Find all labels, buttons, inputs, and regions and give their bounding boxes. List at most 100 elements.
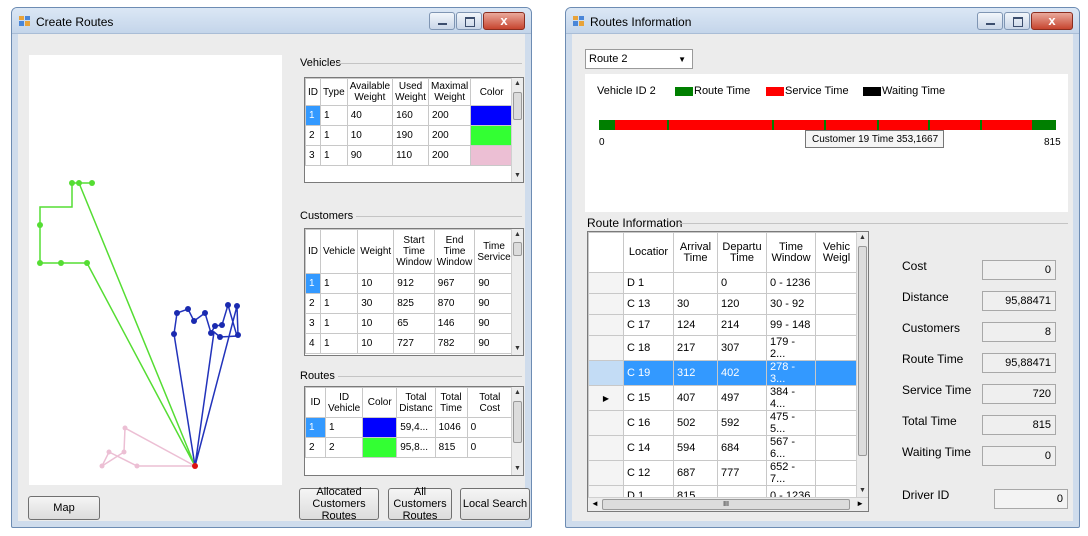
route-information-vscroll[interactable]: ▲ ▼ <box>856 232 868 497</box>
table-row[interactable]: 1 1 59,4... 1046 0 <box>305 417 514 438</box>
all-customers-routes-button[interactable]: All Customers Routes <box>388 486 452 522</box>
current-row-arrow-icon[interactable]: ▶ <box>588 385 624 411</box>
minimize-button[interactable] <box>977 12 1003 30</box>
customer-cell[interactable]: 90 <box>474 293 514 314</box>
route-time-cell[interactable]: 1046 <box>434 417 468 438</box>
route-info-cell[interactable] <box>815 272 858 294</box>
close-button[interactable]: x <box>1031 12 1073 30</box>
route-info-cell[interactable]: C 13 <box>623 293 674 315</box>
route-info-cell[interactable]: C 14 <box>623 435 674 461</box>
vehicle-used-cell[interactable]: 190 <box>392 125 430 146</box>
scroll-up-arrow-icon[interactable]: ▲ <box>857 232 868 244</box>
route-info-cell[interactable]: 0 <box>717 272 767 294</box>
route-info-cell[interactable]: 30 - 92 <box>766 293 816 315</box>
route-info-cell[interactable]: 307 <box>717 335 767 361</box>
table-row[interactable]: ▶ C 15 407 497 384 - 4... <box>588 385 858 411</box>
route-info-cell[interactable] <box>815 460 858 486</box>
routes-header[interactable]: Total Cost <box>466 387 514 418</box>
route-vehicle-cell[interactable]: 1 <box>324 417 364 438</box>
row-header[interactable] <box>588 360 624 386</box>
routes-header[interactable]: Total Distanc <box>396 387 436 418</box>
customer-cell[interactable]: 825 <box>393 293 435 314</box>
route-info-cell[interactable]: 120 <box>717 293 767 315</box>
local-search-button[interactable]: Local Search <box>460 488 530 520</box>
route-info-cell[interactable]: C 15 <box>623 385 674 411</box>
route-time-cell[interactable]: 815 <box>434 437 468 458</box>
route-info-cell[interactable] <box>815 335 858 361</box>
vehicle-available-cell[interactable]: 10 <box>346 125 394 146</box>
scroll-up-arrow-icon[interactable]: ▲ <box>512 387 523 399</box>
close-button[interactable]: x <box>483 12 525 30</box>
table-row[interactable]: C 17 124 214 99 - 148 <box>588 314 858 336</box>
route-info-cell[interactable] <box>815 435 858 461</box>
scroll-thumb[interactable] <box>513 401 522 443</box>
vehicle-max-cell[interactable]: 200 <box>428 145 472 166</box>
vehicles-grid[interactable]: ID Type Available Weight Used Weight Max… <box>304 77 524 183</box>
vehicle-color-cell[interactable] <box>470 145 513 166</box>
route-info-cell[interactable]: 217 <box>673 335 718 361</box>
row-header[interactable] <box>588 272 624 294</box>
customers-header[interactable]: Start Time Window <box>393 229 435 274</box>
vehicle-type-cell[interactable]: 1 <box>320 105 348 126</box>
row-header[interactable] <box>588 410 624 436</box>
customer-cell[interactable]: 90 <box>474 273 514 294</box>
route-information-grid[interactable]: Locatior Arrival Time Departu Time Time … <box>587 231 869 512</box>
vehicle-used-cell[interactable]: 110 <box>392 145 430 166</box>
table-row[interactable]: C 19 312 402 278 - 3... <box>588 360 858 386</box>
row-header[interactable] <box>588 314 624 336</box>
vehicles-header[interactable]: Used Weight <box>392 78 430 106</box>
customer-cell[interactable]: 1 <box>305 273 321 294</box>
vehicle-color-cell[interactable] <box>470 125 513 146</box>
route-info-cell[interactable]: 124 <box>673 314 718 336</box>
route-info-cell[interactable]: C 12 <box>623 460 674 486</box>
scroll-down-arrow-icon[interactable]: ▼ <box>512 170 523 182</box>
customer-cell[interactable]: 2 <box>305 293 321 314</box>
routes-header[interactable]: Total Time <box>434 387 468 418</box>
route-map[interactable] <box>29 55 282 485</box>
stat-value-field[interactable]: 95,88471 <box>982 353 1056 373</box>
route-info-cell[interactable]: 384 - 4... <box>766 385 816 411</box>
route-info-header[interactable]: Arrival Time <box>673 232 718 273</box>
row-header[interactable] <box>588 460 624 486</box>
route-info-cell[interactable]: D 1 <box>623 272 674 294</box>
customer-cell[interactable]: 1 <box>319 293 359 314</box>
customer-cell[interactable]: 10 <box>357 273 395 294</box>
customers-header[interactable]: ID <box>305 229 321 274</box>
route-info-cell[interactable]: 278 - 3... <box>766 360 816 386</box>
table-row[interactable]: C 16 502 592 475 - 5... <box>588 410 858 436</box>
route-info-cell[interactable]: C 16 <box>623 410 674 436</box>
route-color-cell[interactable] <box>362 417 398 438</box>
row-header[interactable] <box>588 435 624 461</box>
route-info-cell[interactable]: 407 <box>673 385 718 411</box>
route-cost-cell[interactable]: 0 <box>466 417 514 438</box>
customer-cell[interactable]: 90 <box>474 313 514 334</box>
customers-scrollbar[interactable]: ▲ ▼ <box>511 229 523 355</box>
scroll-thumb[interactable] <box>513 92 522 120</box>
route-info-cell[interactable]: 179 - 2... <box>766 335 816 361</box>
route-info-header[interactable]: Locatior <box>623 232 674 273</box>
route-info-cell[interactable]: 502 <box>673 410 718 436</box>
route-cost-cell[interactable]: 0 <box>466 437 514 458</box>
route-id-cell[interactable]: 1 <box>305 417 326 438</box>
title-bar[interactable]: Create Routes x <box>12 8 531 34</box>
vehicle-available-cell[interactable]: 40 <box>346 105 394 126</box>
customers-header[interactable]: Weight <box>357 229 395 274</box>
table-row[interactable]: C 12 687 777 652 - 7... <box>588 460 858 486</box>
table-row[interactable]: 4 1 10 727 782 90 <box>305 333 514 354</box>
route-color-cell[interactable] <box>362 437 398 458</box>
vehicles-header[interactable]: Available Weight <box>346 78 394 106</box>
customers-header[interactable]: Vehicle <box>319 229 359 274</box>
scroll-thumb[interactable]: III <box>602 499 850 510</box>
route-information-hscroll[interactable]: ◄ III ► <box>588 497 868 511</box>
stat-value-field[interactable]: 95,88471 <box>982 291 1056 311</box>
routes-header[interactable]: Color <box>362 387 398 418</box>
stat-value-field[interactable]: 8 <box>982 322 1056 342</box>
route-info-cell[interactable] <box>815 360 858 386</box>
vehicles-header[interactable]: Color <box>470 78 513 106</box>
scroll-right-arrow-icon[interactable]: ► <box>856 499 864 508</box>
customers-header[interactable]: Time Service <box>474 229 514 274</box>
table-row[interactable]: 2 2 95,8... 815 0 <box>305 437 514 458</box>
row-header[interactable] <box>588 293 624 315</box>
routes-scrollbar[interactable]: ▲ ▼ <box>511 387 523 475</box>
customer-cell[interactable]: 30 <box>357 293 395 314</box>
